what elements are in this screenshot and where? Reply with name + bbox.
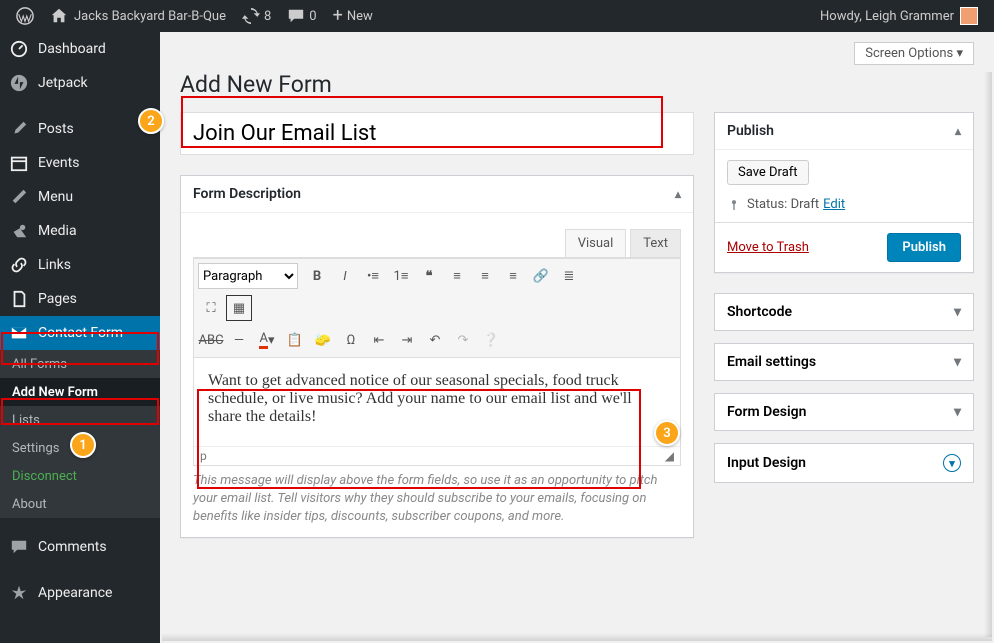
sidebar-item-appearance[interactable]: Appearance — [0, 576, 160, 610]
form-title-input[interactable] — [180, 112, 694, 155]
form-description-panel: Form Description▴ Visual Text Paragraph … — [180, 175, 694, 538]
new-link[interactable]: +New — [325, 0, 381, 32]
sidebar-sub-about[interactable]: About — [0, 490, 160, 518]
editor-toolbar: Paragraph B I •≡ 1≡ ❝ ≡ ≡ ≡ 🔗 ≣ — [193, 258, 681, 358]
redo-button[interactable]: ↷ — [450, 327, 476, 353]
sidebar-label: Media — [38, 223, 77, 239]
page-title: Add New Form — [180, 71, 974, 98]
toolbar-toggle-button[interactable]: ▦ — [226, 295, 252, 321]
sidebar-label: Links — [38, 257, 71, 273]
text-color-button[interactable]: A ▾ — [254, 327, 280, 353]
badge-3: 3 — [654, 420, 680, 446]
sidebar-item-contact-form[interactable]: Contact Form — [0, 316, 160, 350]
site-link[interactable]: Jacks Backyard Bar-B-Que — [42, 0, 234, 32]
help-button[interactable]: ❔ — [478, 327, 504, 353]
description-hint: This message will display above the form… — [193, 472, 681, 527]
chevron-down-icon: ▾ — [954, 404, 961, 420]
strikethrough-button[interactable]: ABC — [198, 327, 224, 353]
element-path: p — [200, 449, 207, 463]
edit-status-link[interactable]: Edit — [823, 197, 845, 212]
email-settings-panel[interactable]: Email settings▾ — [714, 343, 974, 381]
sidebar-label: Contact Form — [38, 325, 123, 341]
undo-button[interactable]: ↶ — [422, 327, 448, 353]
content-area: Screen Options ▾ Add New Form Form Descr… — [160, 32, 994, 643]
chevron-down-icon: ▾ — [954, 304, 961, 320]
editor-body[interactable]: Want to get advanced notice of our seaso… — [193, 358, 681, 466]
blockquote-button[interactable]: ❝ — [416, 263, 442, 289]
sidebar-sub-lists[interactable]: Lists — [0, 406, 160, 434]
chevron-up-icon: ▴ — [675, 187, 681, 201]
admin-sidebar: Dashboard Jetpack Posts Events Menu Medi… — [0, 32, 160, 643]
sidebar-item-jetpack[interactable]: Jetpack — [0, 66, 160, 100]
sidebar-item-pages[interactable]: Pages — [0, 282, 160, 316]
save-draft-button[interactable]: Save Draft — [727, 160, 809, 185]
sidebar-sub-disconnect[interactable]: Disconnect — [0, 462, 160, 490]
howdy-link[interactable]: Howdy, Leigh Grammer — [812, 0, 986, 32]
sidebar-item-comments[interactable]: Comments — [0, 530, 160, 564]
sidebar-label: Pages — [38, 291, 77, 307]
align-center-button[interactable]: ≡ — [472, 263, 498, 289]
badge-2: 2 — [138, 108, 164, 134]
link-button[interactable]: 🔗 — [528, 263, 554, 289]
indent-button[interactable]: ⇥ — [394, 327, 420, 353]
sidebar-label: Appearance — [38, 585, 112, 601]
italic-button[interactable]: I — [332, 263, 358, 289]
special-char-button[interactable]: Ω — [338, 327, 364, 353]
read-more-button[interactable]: ≣ — [556, 263, 582, 289]
bulleted-list-button[interactable]: •≡ — [360, 263, 386, 289]
badge-1: 1 — [70, 432, 96, 458]
tab-visual[interactable]: Visual — [565, 229, 627, 257]
fullscreen-button[interactable]: ⛶ — [198, 295, 224, 321]
publish-header[interactable]: Publish▴ — [715, 113, 973, 150]
sidebar-label: Events — [38, 155, 79, 171]
comments-link[interactable]: 0 — [279, 0, 324, 32]
align-left-button[interactable]: ≡ — [444, 263, 470, 289]
shortcode-panel[interactable]: Shortcode▾ — [714, 293, 974, 331]
sidebar-label: Menu — [38, 189, 73, 205]
sidebar-item-links[interactable]: Links — [0, 248, 160, 282]
status-row: Status: Draft Edit — [727, 197, 961, 212]
bold-button[interactable]: B — [304, 263, 330, 289]
publish-button[interactable]: Publish — [887, 233, 961, 262]
sidebar-item-dashboard[interactable]: Dashboard — [0, 32, 160, 66]
outdent-button[interactable]: ⇤ — [366, 327, 392, 353]
numbered-list-button[interactable]: 1≡ — [388, 263, 414, 289]
sidebar-sub-all-forms[interactable]: All Forms — [0, 350, 160, 378]
sidebar-item-events[interactable]: Events — [0, 146, 160, 180]
chevron-down-icon: ▾ — [954, 354, 961, 370]
avatar — [960, 7, 978, 25]
sidebar-label: Dashboard — [38, 41, 106, 57]
sidebar-item-menu[interactable]: Menu — [0, 180, 160, 214]
form-design-panel[interactable]: Form Design▾ — [714, 393, 974, 431]
resize-handle[interactable]: ◢ — [665, 449, 674, 463]
tab-text[interactable]: Text — [630, 229, 681, 257]
move-to-trash-link[interactable]: Move to Trash — [727, 240, 809, 255]
pin-icon — [727, 198, 741, 212]
sidebar-label: Jetpack — [38, 75, 88, 91]
publish-panel: Publish▴ Save Draft Status: Draft Edit M… — [714, 112, 974, 273]
admin-bar: Jacks Backyard Bar-B-Que 8 0 +New Howdy,… — [0, 0, 994, 32]
chevron-down-icon: ▾ — [943, 454, 961, 472]
sidebar-label: Posts — [38, 121, 74, 137]
screen-options-button[interactable]: Screen Options ▾ — [854, 42, 974, 65]
format-select[interactable]: Paragraph — [198, 263, 298, 289]
align-right-button[interactable]: ≡ — [500, 263, 526, 289]
hr-button[interactable]: — — [226, 327, 252, 353]
sidebar-item-media[interactable]: Media — [0, 214, 160, 248]
clear-formatting-button[interactable]: 🧽 — [310, 327, 336, 353]
sidebar-label: Comments — [38, 539, 107, 555]
input-design-panel[interactable]: Input Design▾ — [714, 443, 974, 483]
sidebar-item-posts[interactable]: Posts — [0, 112, 160, 146]
form-description-header[interactable]: Form Description▴ — [181, 176, 693, 213]
sidebar-sub-add-new[interactable]: Add New Form — [0, 378, 160, 406]
wp-logo[interactable] — [8, 0, 42, 32]
chevron-up-icon: ▴ — [955, 124, 961, 138]
paste-text-button[interactable]: 📋 — [282, 327, 308, 353]
updates-link[interactable]: 8 — [234, 0, 279, 32]
